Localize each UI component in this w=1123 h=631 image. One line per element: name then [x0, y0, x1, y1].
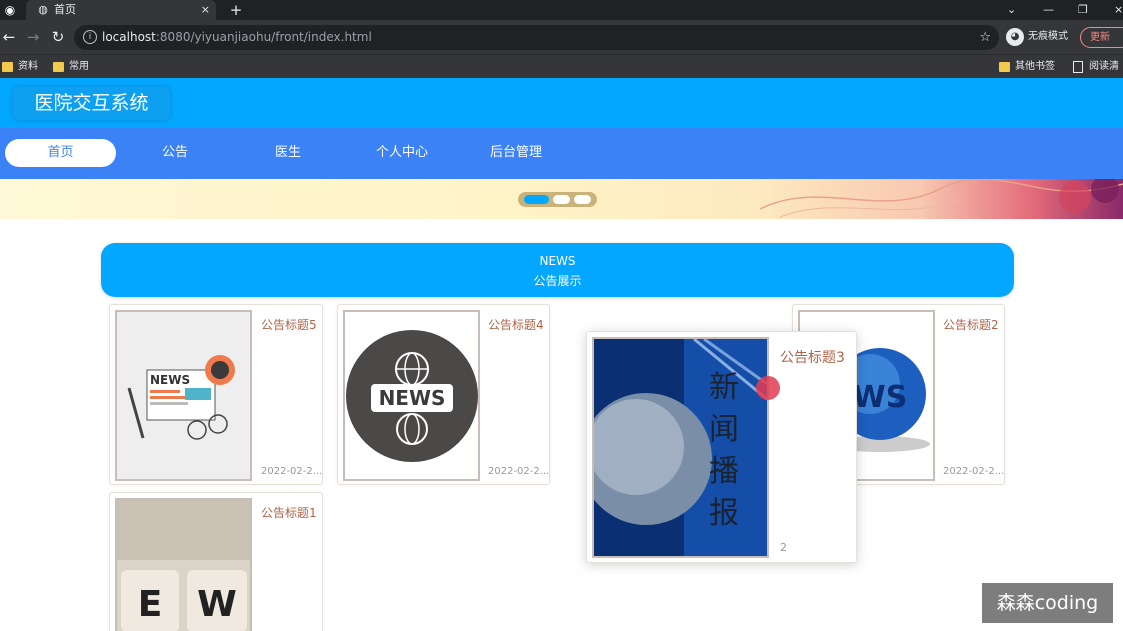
news-card[interactable]: E W 公告标题1 — [109, 492, 323, 631]
site-info-icon[interactable]: i — [83, 30, 97, 44]
news-date: 2022-02-2... — [488, 466, 550, 477]
browser-tab[interactable]: ◍ 首页 × — [26, 0, 216, 20]
news-title[interactable]: 公告标题3 — [780, 347, 845, 367]
folder-icon — [2, 62, 13, 72]
news-title[interactable]: 公告标题2 — [943, 316, 999, 333]
tab-close-icon[interactable]: × — [201, 0, 210, 20]
newspaper-illustration: NEWS — [127, 355, 235, 440]
nav-personal-center[interactable]: 个人中心 — [347, 139, 457, 167]
bookmarks-bar: 资料 常用 其他书签 阅读清单 — [0, 54, 1123, 96]
news-title[interactable]: 公告标题1 — [261, 504, 317, 521]
news-globe-illustration: NEWS — [346, 330, 478, 462]
browser-menu-icon[interactable]: ◉ — [2, 2, 18, 18]
forward-icon[interactable]: → — [24, 28, 42, 46]
new-tab-button[interactable]: + — [228, 0, 244, 20]
news-heading-en: NEWS — [539, 254, 576, 268]
nav-admin[interactable]: 后台管理 — [461, 139, 571, 167]
minimize-icon[interactable]: — — [1043, 0, 1054, 20]
nav-notices[interactable]: 公告 — [120, 139, 230, 167]
news-heading-cn: 公告展示 — [533, 274, 582, 288]
carousel-dot-2[interactable] — [553, 195, 570, 204]
restore-icon[interactable]: ❐ — [1078, 0, 1088, 20]
main-navigation: 首页 公告 医生 个人中心 后台管理 — [0, 128, 1123, 179]
news-thumbnail: E W — [115, 498, 252, 631]
nav-doctors[interactable]: 医生 — [233, 139, 343, 167]
incognito-label: 无痕模式 — [1028, 31, 1068, 42]
svg-text:NEWS: NEWS — [379, 386, 446, 410]
news-card[interactable]: NEWS 公告标题4 2022-02-2... — [337, 304, 550, 485]
folder-icon — [53, 62, 64, 72]
svg-text:播: 播 — [709, 454, 739, 489]
close-window-icon[interactable]: × — [1114, 0, 1123, 20]
update-button[interactable]: 更新 — [1080, 27, 1123, 48]
news-broadcast-illustration: 新 闻 播 报 — [594, 339, 767, 556]
video-watermark: 森森coding — [982, 583, 1113, 623]
url-text[interactable]: localhost:8080/yiyuanjiaohu/front/index.… — [102, 25, 372, 50]
carousel-dot-3[interactable] — [574, 195, 591, 204]
news-date: 2 — [780, 541, 787, 554]
svg-text:报: 报 — [709, 496, 739, 531]
news-thumbnail: NEWS — [115, 310, 252, 481]
globe-icon: ◍ — [38, 3, 48, 16]
browser-toolbar: ← → ↻ i localhost:8080/yiyuanjiaohu/fron… — [0, 20, 1123, 54]
tab-search-icon[interactable]: ⌄ — [1007, 0, 1016, 20]
address-bar[interactable]: i localhost:8080/yiyuanjiaohu/front/inde… — [74, 25, 999, 50]
svg-text:W: W — [197, 584, 237, 625]
news-card-hovered[interactable]: 新 闻 播 报 公告标题3 2 — [586, 331, 857, 563]
reading-list-icon — [1073, 61, 1083, 73]
news-date: 2022-02-2... — [261, 466, 323, 477]
news-thumbnail: NEWS — [343, 310, 480, 481]
reading-list[interactable]: 阅读清单 — [1071, 55, 1123, 96]
svg-text:新: 新 — [709, 370, 739, 405]
nav-home[interactable]: 首页 — [5, 139, 116, 167]
bookmark-folder-2[interactable]: 常用 — [51, 55, 89, 79]
mouse-cursor-highlight — [756, 376, 780, 400]
incognito-indicator[interactable]: ◕ 无痕模式 — [1004, 26, 1068, 48]
news-title[interactable]: 公告标题5 — [261, 316, 317, 333]
reload-icon[interactable]: ↻ — [49, 28, 67, 46]
bookmark-folder-1[interactable]: 资料 — [0, 55, 38, 79]
browser-tab-bar: ◉ ◍ 首页 × + ⌄ — ❐ × — [0, 0, 1123, 20]
back-icon[interactable]: ← — [0, 28, 18, 46]
incognito-icon: ◕ — [1006, 28, 1024, 46]
svg-text:闻: 闻 — [709, 412, 739, 447]
carousel-indicators — [518, 192, 597, 207]
site-header: 医院交互系统 — [0, 78, 1123, 128]
svg-text:NEWS: NEWS — [150, 373, 190, 387]
news-date: 2022-02-2... — [943, 466, 1005, 477]
carousel-dot-1[interactable] — [524, 195, 549, 204]
tab-title: 首页 — [54, 3, 76, 16]
news-card[interactable]: NEWS 公告标题5 2022-02-2... — [109, 304, 323, 485]
other-bookmarks[interactable]: 其他书签 — [997, 55, 1055, 79]
news-section-header: NEWS 公告展示 — [101, 243, 1014, 297]
site-logo[interactable]: 医院交互系统 — [13, 87, 170, 120]
svg-text:WS: WS — [853, 380, 908, 415]
banner-carousel[interactable] — [0, 179, 1123, 219]
news-thumbnail: 新 闻 播 报 — [592, 337, 769, 558]
news-title[interactable]: 公告标题4 — [488, 316, 544, 333]
bookmark-star-icon[interactable]: ☆ — [979, 25, 991, 50]
letter-blocks-illustration: E W — [117, 500, 250, 631]
folder-icon — [999, 62, 1010, 72]
svg-text:E: E — [138, 584, 163, 625]
